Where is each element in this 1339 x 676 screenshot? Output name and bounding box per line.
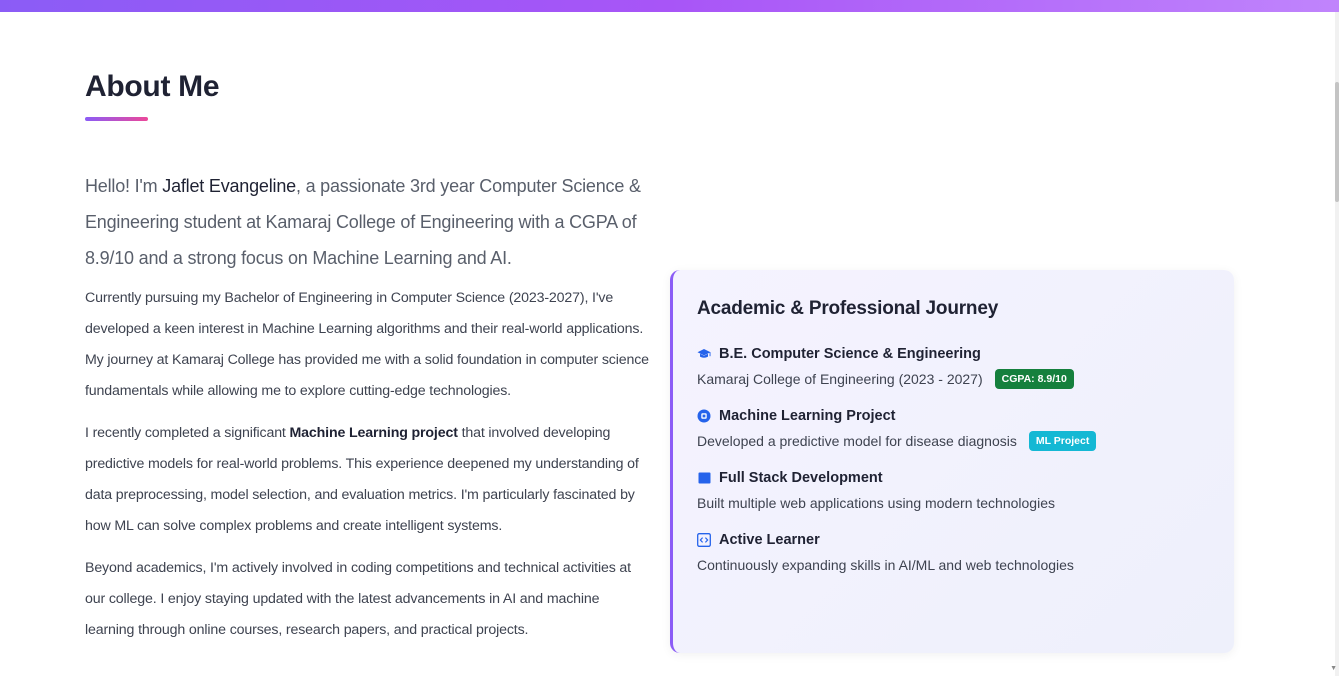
robot-icon	[697, 409, 711, 423]
ml-project-badge: ML Project	[1028, 431, 1097, 451]
journey-item-full-stack: Full Stack Development Built multiple we…	[697, 468, 1210, 514]
code-icon	[697, 533, 711, 547]
lead-prefix: Hello! I'm	[85, 176, 163, 196]
journey-item-education: B.E. Computer Science & Engineering Kama…	[697, 344, 1210, 390]
item-desc: Continuously expanding skills in AI/ML a…	[697, 557, 1074, 573]
item-title: Full Stack Development	[719, 470, 883, 486]
section-title: About Me	[85, 70, 220, 103]
about-text: Hello! I'm Jaflet Evangeline, a passiona…	[85, 168, 650, 657]
journey-title: Academic & Professional Journey	[697, 298, 999, 319]
item-title: Active Learner	[719, 532, 820, 548]
journey-card: Academic & Professional Journey B.E. Com…	[670, 270, 1234, 653]
para2-suffix: that involved developing predictive mode…	[85, 425, 639, 534]
item-desc: Kamaraj College of Engineering (2023 - 2…	[697, 371, 983, 387]
item-desc: Developed a predictive model for disease…	[697, 433, 1017, 449]
scrollbar-thumb[interactable]	[1335, 82, 1339, 202]
top-gradient-bar	[0, 0, 1339, 12]
ml-project-highlight: Machine Learning project	[289, 425, 458, 441]
journey-item-active-learner: Active Learner Continuously expanding sk…	[697, 530, 1210, 576]
about-paragraph-2: I recently completed a significant Machi…	[85, 418, 650, 542]
laptop-icon	[697, 471, 711, 485]
about-paragraph-1: Currently pursuing my Bachelor of Engine…	[85, 290, 649, 399]
scroll-down-arrow-icon[interactable]: ▼	[1330, 665, 1337, 672]
para2-prefix: I recently completed a significant	[85, 425, 290, 441]
cgpa-badge: CGPA: 8.9/10	[994, 369, 1074, 389]
title-underline	[85, 117, 148, 121]
item-desc: Built multiple web applications using mo…	[697, 495, 1055, 511]
graduation-cap-icon	[697, 347, 711, 361]
author-name: Jaflet Evangeline	[162, 176, 296, 196]
item-title: Machine Learning Project	[719, 408, 896, 424]
journey-item-ml-project: Machine Learning Project Developed a pre…	[697, 406, 1210, 452]
about-lead: Hello! I'm Jaflet Evangeline, a passiona…	[85, 168, 650, 276]
item-title: B.E. Computer Science & Engineering	[719, 346, 981, 362]
about-paragraph-3: Beyond academics, I'm actively involved …	[85, 560, 631, 638]
